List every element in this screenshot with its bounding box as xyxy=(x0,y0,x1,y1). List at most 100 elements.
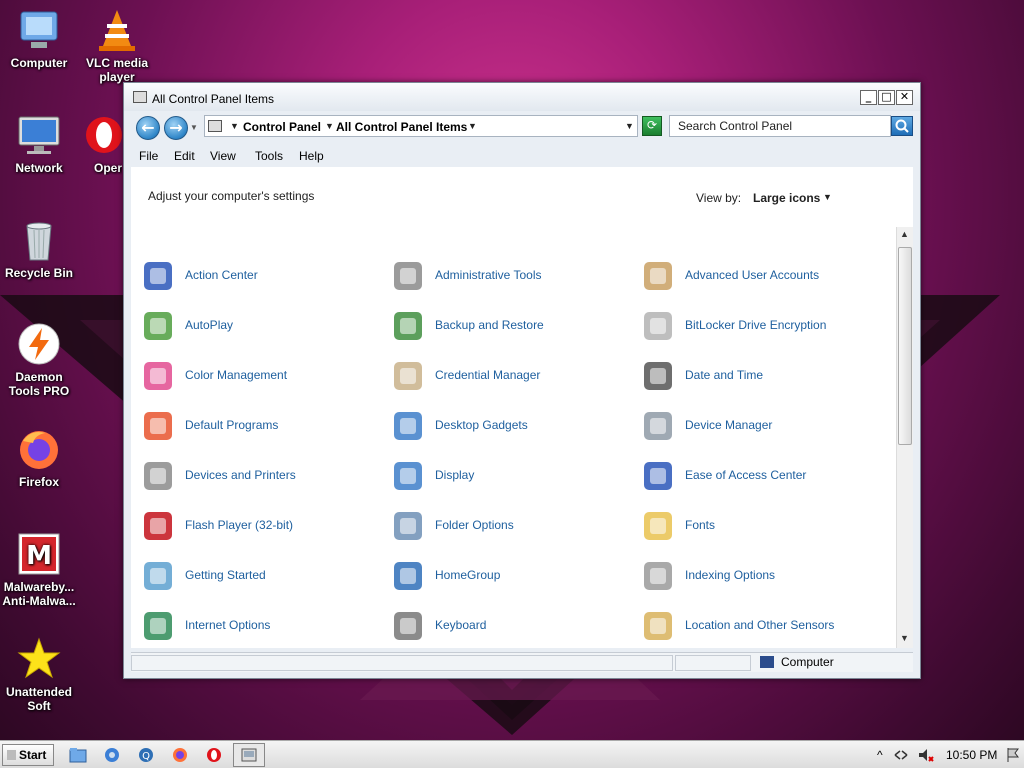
chevron-down-icon[interactable]: ▼ xyxy=(230,121,239,131)
cp-item-label[interactable]: Getting Started xyxy=(185,568,266,582)
vertical-scrollbar[interactable]: ▲ ▼ xyxy=(896,227,913,648)
cp-item-indexing-options[interactable]: Indexing Options xyxy=(641,555,881,595)
cp-item-administrative-tools[interactable]: Administrative Tools xyxy=(391,255,631,295)
cp-item-label[interactable]: Desktop Gadgets xyxy=(435,418,528,432)
cp-item-label[interactable]: Keyboard xyxy=(435,618,486,632)
scroll-down-arrow[interactable]: ▼ xyxy=(900,633,909,643)
cp-item-label[interactable]: Color Management xyxy=(185,368,287,382)
cp-item-label[interactable]: Device Manager xyxy=(685,418,772,432)
menu-tools[interactable]: Tools xyxy=(255,149,283,163)
volume-muted-icon[interactable] xyxy=(917,746,935,764)
action-center-flag-icon[interactable] xyxy=(1004,746,1022,764)
cp-item-label[interactable]: AutoPlay xyxy=(185,318,233,332)
cp-item-advanced-user-accounts[interactable]: Advanced User Accounts xyxy=(641,255,881,295)
cp-item-label[interactable]: Location and Other Sensors xyxy=(685,618,834,632)
desktop-icon-recycle-bin[interactable]: Recycle Bin xyxy=(0,218,78,280)
cp-item-fonts[interactable]: Fonts xyxy=(641,505,881,545)
cp-item-label[interactable]: Display xyxy=(435,468,474,482)
show-hidden-icons[interactable]: ^ xyxy=(877,748,883,762)
cp-item-label[interactable]: Advanced User Accounts xyxy=(685,268,819,282)
desktop-icon-opera[interactable]: Opera Browser xyxy=(78,113,122,175)
taskbar-control-panel[interactable] xyxy=(233,743,265,767)
desktop-icon-computer[interactable]: Computer xyxy=(0,8,78,70)
desktop-icon-malwarebytes[interactable]: M Malwareby... Anti-Malwa... xyxy=(0,532,78,608)
explorer-icon[interactable] xyxy=(69,746,87,764)
breadcrumb-all-items[interactable]: All Control Panel Items xyxy=(336,120,467,134)
search-icon[interactable] xyxy=(891,116,913,136)
forward-button[interactable]: → xyxy=(164,116,188,140)
cp-item-label[interactable]: Default Programs xyxy=(185,418,278,432)
folder-icon xyxy=(391,509,425,543)
cp-item-label[interactable]: Date and Time xyxy=(685,368,763,382)
minimize-button[interactable]: _ xyxy=(860,90,877,105)
start-button[interactable]: Start xyxy=(2,744,54,766)
cp-item-display[interactable]: Display xyxy=(391,455,631,495)
cp-item-label[interactable]: Devices and Printers xyxy=(185,468,296,482)
chevron-down-icon[interactable]: ▼ xyxy=(823,192,832,202)
breadcrumb-control-panel[interactable]: Control Panel xyxy=(243,120,321,134)
recent-pages-dropdown[interactable]: ▼ xyxy=(190,123,198,132)
scroll-up-arrow[interactable]: ▲ xyxy=(900,229,909,239)
cp-item-getting-started[interactable]: Getting Started xyxy=(141,555,381,595)
desktop-icon-network[interactable]: Network xyxy=(0,113,78,175)
cp-item-credential-manager[interactable]: Credential Manager xyxy=(391,355,631,395)
internet-explorer-icon[interactable] xyxy=(103,746,121,764)
address-field[interactable]: ▼ Control Panel ▼ All Control Panel Item… xyxy=(204,115,638,137)
scroll-thumb[interactable] xyxy=(898,247,912,445)
cp-item-devices-and-printers[interactable]: Devices and Printers xyxy=(141,455,381,495)
cp-item-label[interactable]: Flash Player (32-bit) xyxy=(185,518,293,532)
cp-item-flash-player-32-bit[interactable]: Flash Player (32-bit) xyxy=(141,505,381,545)
cp-item-label[interactable]: Folder Options xyxy=(435,518,514,532)
quicktime-icon[interactable]: Q xyxy=(137,746,155,764)
menu-file[interactable]: File xyxy=(139,149,158,163)
menu-edit[interactable]: Edit xyxy=(174,149,195,163)
desktop-icon-vlc[interactable]: VLC media player xyxy=(78,8,156,84)
cp-item-label[interactable]: HomeGroup xyxy=(435,568,500,582)
opera-icon[interactable] xyxy=(205,746,223,764)
cp-item-internet-options[interactable]: Internet Options xyxy=(141,605,381,645)
cp-item-keyboard[interactable]: Keyboard xyxy=(391,605,631,645)
search-input[interactable]: Search Control Panel xyxy=(669,115,891,137)
window-titlebar[interactable]: All Control Panel Items _ □ ✕ xyxy=(124,83,920,111)
cp-item-folder-options[interactable]: Folder Options xyxy=(391,505,631,545)
network-tray-icon[interactable] xyxy=(892,746,910,764)
cp-item-label[interactable]: Ease of Access Center xyxy=(685,468,806,482)
cp-item-action-center[interactable]: Action Center xyxy=(141,255,381,295)
address-history-dropdown[interactable]: ▼ xyxy=(625,121,634,131)
chevron-down-icon[interactable]: ▼ xyxy=(468,121,477,131)
back-button[interactable]: ← xyxy=(136,116,160,140)
clock[interactable]: 10:50 PM xyxy=(946,748,997,762)
chevron-down-icon[interactable]: ▼ xyxy=(325,121,334,131)
cp-item-label[interactable]: Administrative Tools xyxy=(435,268,542,282)
cp-item-default-programs[interactable]: Default Programs xyxy=(141,405,381,445)
desktop-icon-firefox[interactable]: Firefox xyxy=(0,427,78,489)
cp-item-label[interactable]: Action Center xyxy=(185,268,258,282)
daemon-tools-icon xyxy=(17,322,61,366)
cp-item-ease-of-access-center[interactable]: Ease of Access Center xyxy=(641,455,881,495)
cp-item-label[interactable]: BitLocker Drive Encryption xyxy=(685,318,826,332)
cp-item-device-manager[interactable]: Device Manager xyxy=(641,405,881,445)
cp-item-color-management[interactable]: Color Management xyxy=(141,355,381,395)
cp-item-desktop-gadgets[interactable]: Desktop Gadgets xyxy=(391,405,631,445)
desktop-icon-unattended-soft[interactable]: Unattended Soft xyxy=(0,637,78,713)
cp-item-label[interactable]: Internet Options xyxy=(185,618,270,632)
view-by-dropdown[interactable]: Large icons xyxy=(753,191,820,205)
cp-item-date-and-time[interactable]: Date and Time xyxy=(641,355,881,395)
cp-item-location-and-other-sensors[interactable]: Location and Other Sensors xyxy=(641,605,881,645)
device-manager-icon xyxy=(641,409,675,443)
menu-help[interactable]: Help xyxy=(299,149,324,163)
firefox-icon[interactable] xyxy=(171,746,189,764)
cp-item-autoplay[interactable]: AutoPlay xyxy=(141,305,381,345)
cp-item-label[interactable]: Indexing Options xyxy=(685,568,775,582)
cp-item-label[interactable]: Credential Manager xyxy=(435,368,540,382)
desktop-icon-daemon-tools[interactable]: Daemon Tools PRO xyxy=(0,322,78,398)
cp-item-backup-and-restore[interactable]: Backup and Restore xyxy=(391,305,631,345)
maximize-button[interactable]: □ xyxy=(878,90,895,105)
refresh-button[interactable]: ⟳ xyxy=(642,116,662,136)
cp-item-bitlocker-drive-encryption[interactable]: BitLocker Drive Encryption xyxy=(641,305,881,345)
cp-item-label[interactable]: Fonts xyxy=(685,518,715,532)
cp-item-label[interactable]: Backup and Restore xyxy=(435,318,544,332)
menu-view[interactable]: View xyxy=(210,149,236,163)
close-button[interactable]: ✕ xyxy=(896,90,913,105)
cp-item-homegroup[interactable]: HomeGroup xyxy=(391,555,631,595)
